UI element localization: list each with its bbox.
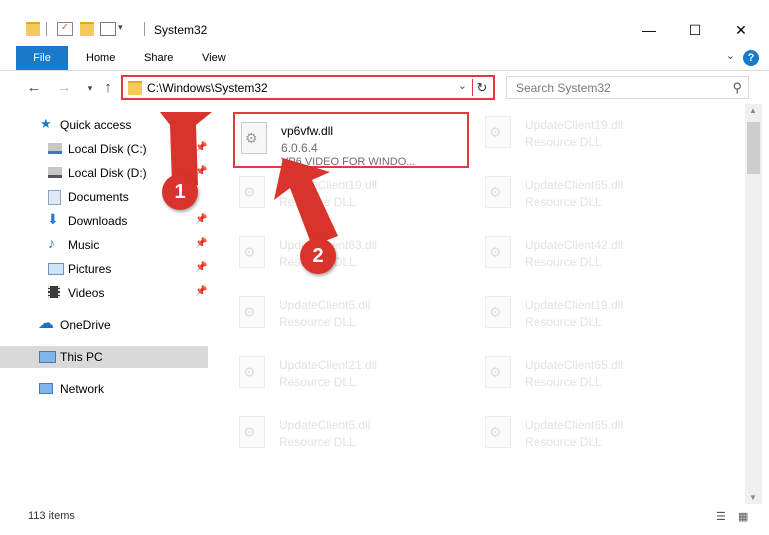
arrow-2-icon bbox=[274, 158, 338, 246]
annotation-arrows bbox=[160, 112, 338, 246]
callout-badge-1: 1 bbox=[162, 174, 198, 210]
large-icons-view-icon[interactable]: ▦ bbox=[738, 510, 752, 524]
callout-badge-2: 2 bbox=[300, 238, 336, 274]
status-bar: 113 items ☰ ▦ bbox=[0, 506, 769, 535]
details-view-icon[interactable]: ☰ bbox=[716, 510, 730, 524]
item-count: 113 items bbox=[28, 510, 75, 522]
